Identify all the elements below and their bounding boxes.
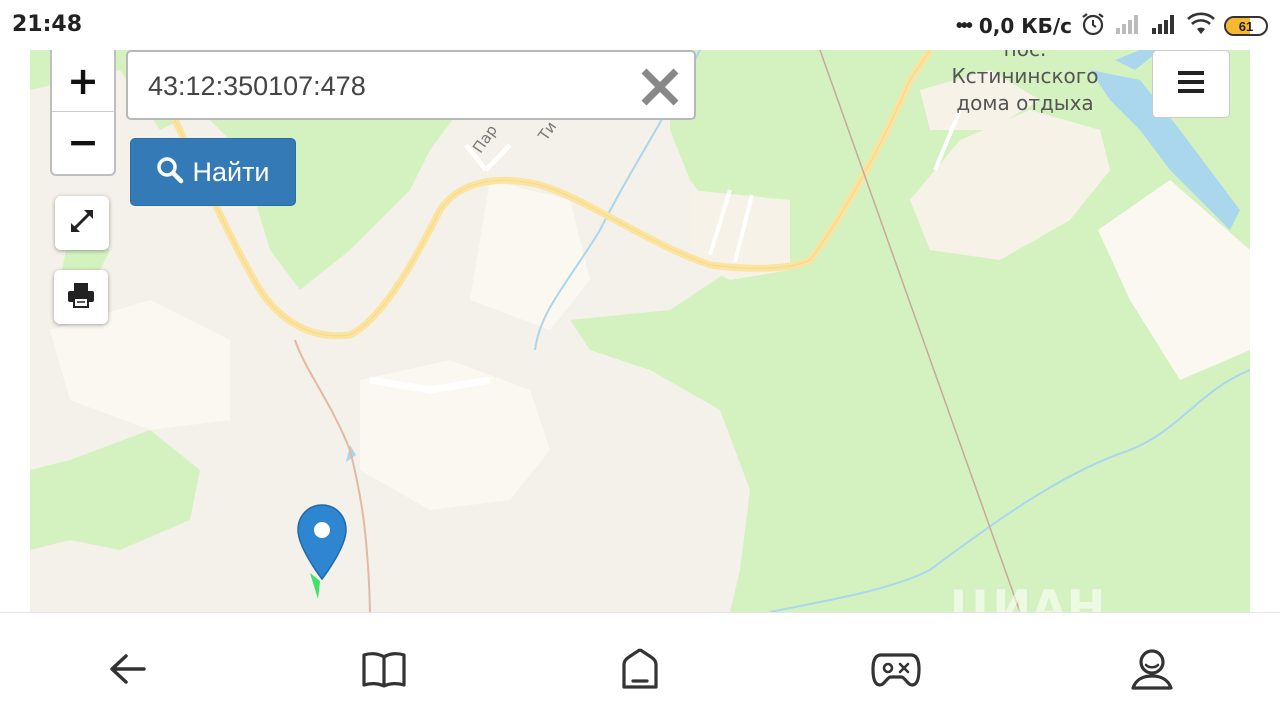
expand-icon bbox=[66, 205, 98, 242]
back-button[interactable] bbox=[100, 643, 156, 699]
app-screen: 21:48 ••• 0,0 КБ/с 61 Кстининского дома … bbox=[0, 0, 1280, 720]
alarm-icon bbox=[1080, 11, 1106, 42]
hamburger-icon bbox=[1178, 70, 1204, 99]
signal-sim1-icon bbox=[1150, 12, 1178, 41]
search-input[interactable] bbox=[148, 68, 628, 104]
book-icon bbox=[361, 649, 407, 694]
search-icon bbox=[156, 156, 184, 189]
cadastral-search-box bbox=[126, 50, 696, 120]
print-button[interactable] bbox=[54, 270, 108, 324]
home-button[interactable] bbox=[612, 643, 668, 699]
battery-icon: 61 bbox=[1224, 16, 1268, 36]
games-button[interactable] bbox=[868, 643, 924, 699]
notification-dots: ••• bbox=[955, 14, 973, 37]
gamepad-icon bbox=[871, 649, 921, 694]
fullscreen-button[interactable] bbox=[55, 196, 109, 250]
close-icon bbox=[638, 68, 682, 113]
find-button-label: Найти bbox=[192, 156, 270, 187]
profile-button[interactable] bbox=[1124, 643, 1180, 699]
status-icons: ••• 0,0 КБ/с 61 bbox=[956, 12, 1268, 40]
menu-button[interactable] bbox=[1152, 50, 1230, 118]
status-time: 21:48 bbox=[12, 12, 83, 37]
map-tiles bbox=[30, 50, 1250, 612]
bookmarks-button[interactable] bbox=[356, 643, 412, 699]
watermark: ЦИАН bbox=[950, 580, 1106, 612]
place-label: пос.Кстининскогодома отдыха bbox=[951, 50, 1099, 115]
bottom-navigation bbox=[0, 612, 1280, 720]
network-speed: 0,0 КБ/с bbox=[978, 14, 1072, 38]
zoom-control: + − bbox=[50, 50, 116, 176]
profile-icon bbox=[1130, 646, 1174, 697]
map-canvas[interactable]: пос.Кстининскогодома отдыха Пар Ти ЦИАН bbox=[30, 50, 1250, 612]
clear-search-button[interactable] bbox=[638, 65, 682, 109]
printer-icon bbox=[66, 280, 96, 315]
battery-level: 61 bbox=[1238, 18, 1254, 34]
zoom-out-button[interactable]: − bbox=[52, 111, 114, 172]
signal-sim2-icon bbox=[1114, 12, 1142, 41]
find-button[interactable]: Найти bbox=[130, 138, 296, 206]
home-icon bbox=[618, 647, 662, 696]
status-bar: 21:48 ••• 0,0 КБ/с 61 bbox=[0, 0, 1280, 50]
wifi-icon bbox=[1186, 12, 1216, 41]
zoom-in-button[interactable]: + bbox=[52, 50, 114, 111]
location-marker[interactable] bbox=[296, 503, 352, 608]
back-arrow-icon bbox=[108, 652, 148, 691]
